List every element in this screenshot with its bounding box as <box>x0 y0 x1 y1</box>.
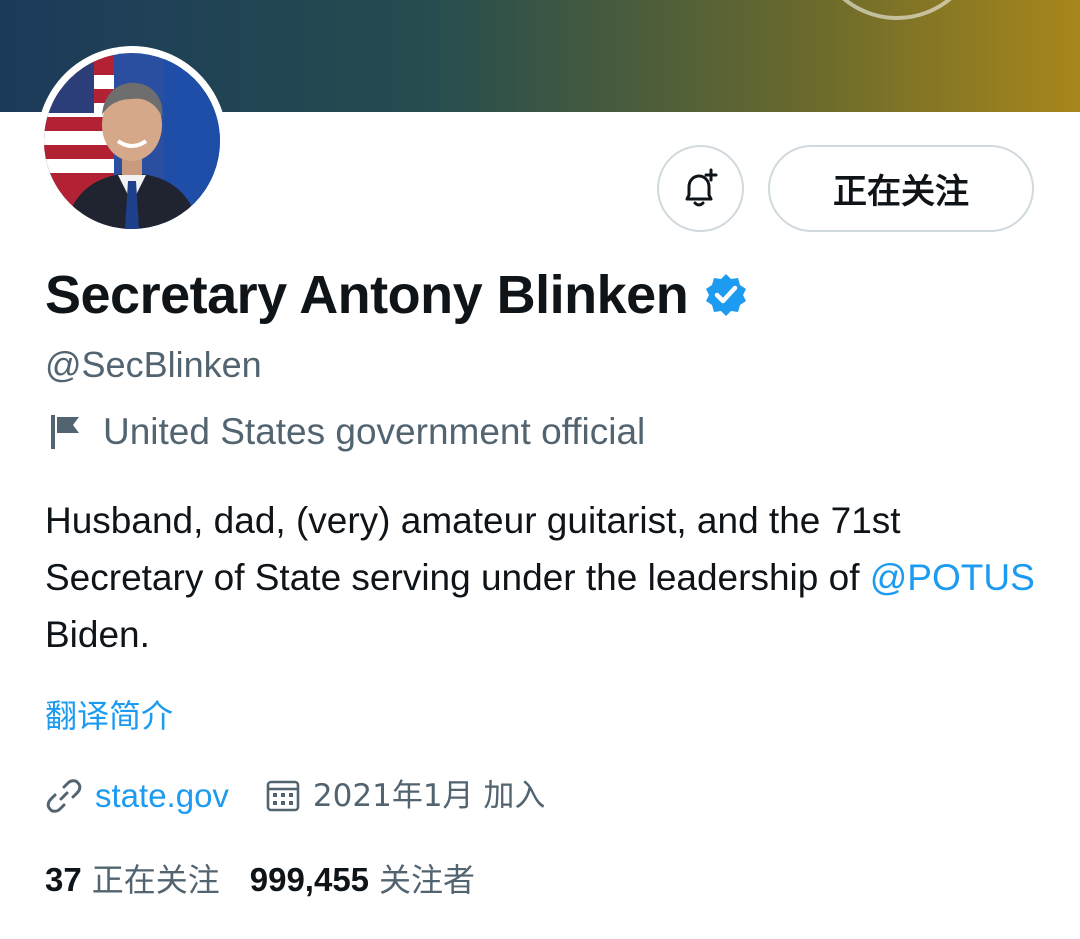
join-date-text: 2021年1月 加入 <box>312 778 546 814</box>
flag-icon <box>51 415 79 449</box>
join-date: 2021年1月 加入 <box>265 772 545 820</box>
link-icon <box>46 779 82 813</box>
following-count: 37 <box>45 861 82 898</box>
following-stat[interactable]: 37 正在关注 <box>45 856 220 904</box>
following-label: 正在关注 <box>91 861 220 899</box>
bio-text-end: Biden. <box>45 614 150 655</box>
profile-bio: Husband, dad, (very) amateur guitarist, … <box>45 492 1045 663</box>
affiliation-text: United States government official <box>103 411 646 452</box>
profile-meta-row: state.gov 2021年1月 加入 <box>45 772 545 820</box>
notify-button[interactable] <box>657 145 744 232</box>
verified-badge-icon[interactable] <box>702 271 750 319</box>
followers-stat[interactable]: 999,455 关注者 <box>250 856 475 904</box>
banner-seal <box>812 0 982 20</box>
website-link[interactable]: state.gov <box>95 772 229 820</box>
following-button[interactable]: 正在关注 <box>768 145 1034 232</box>
bio-mention-link[interactable]: @POTUS <box>870 557 1035 598</box>
followers-label: 关注者 <box>379 861 476 899</box>
avatar-photo <box>44 53 220 229</box>
translate-bio-link[interactable]: 翻译简介 <box>45 692 173 740</box>
profile-name-row: Secretary Antony Blinken <box>45 262 750 328</box>
profile-avatar[interactable] <box>37 46 227 236</box>
affiliation-label: United States government official <box>45 408 645 456</box>
follow-stats: 37 正在关注 999,455 关注者 <box>45 856 475 904</box>
followers-count: 999,455 <box>249 861 370 898</box>
profile-handle: @SecBlinken <box>45 344 262 385</box>
calendar-icon <box>266 780 300 812</box>
profile-name: Secretary Antony Blinken <box>45 265 689 325</box>
bell-plus-icon <box>685 168 717 206</box>
bio-text: Husband, dad, (very) amateur guitarist, … <box>45 500 901 598</box>
